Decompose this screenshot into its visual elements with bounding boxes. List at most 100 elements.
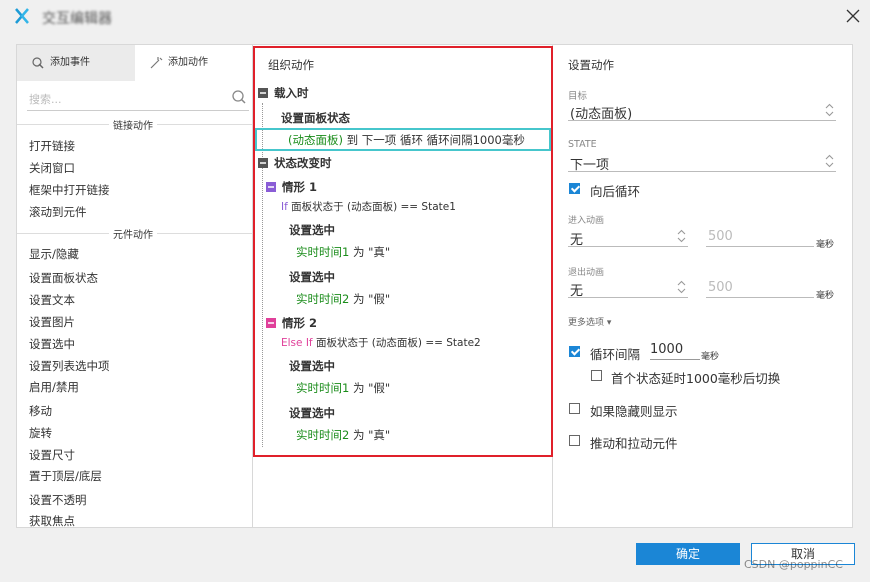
- list-item[interactable]: 设置选中: [29, 336, 75, 352]
- action-target: 实时时间1: [296, 245, 350, 259]
- action-detail[interactable]: (动态面板) 到 下一项 循环 循环间隔1000毫秒: [288, 132, 525, 148]
- tab-label: 添加事件: [50, 57, 90, 68]
- action-target: 实时时间1: [296, 381, 350, 395]
- chevron-updown-icon: [825, 103, 834, 117]
- action-detail[interactable]: 实时时间1 为 "假": [296, 380, 390, 396]
- search-input[interactable]: 搜索...: [27, 85, 249, 111]
- state-label: STATE: [568, 139, 597, 150]
- unit-label: 毫秒: [816, 291, 835, 301]
- close-icon[interactable]: [845, 8, 861, 24]
- show-if-hidden-checkbox[interactable]: [569, 403, 580, 414]
- case-condition[interactable]: Else If 面板状态于 (动态面板) == State2: [281, 335, 481, 350]
- enter-anim-value: 无: [570, 233, 584, 248]
- list-item[interactable]: 关闭窗口: [29, 160, 75, 176]
- enter-anim-label: 进入动画: [568, 216, 605, 226]
- list-item[interactable]: 设置不透明: [29, 492, 87, 508]
- ok-button[interactable]: 确定: [636, 543, 740, 565]
- target-label: 目标: [568, 91, 588, 102]
- section-header: 链接动作: [17, 116, 252, 132]
- tab-label: 添加动作: [168, 57, 208, 68]
- show-if-hidden-label: 如果隐藏则显示: [590, 404, 678, 419]
- action-set-panel-state[interactable]: 设置面板状态: [281, 110, 350, 126]
- exit-anim-duration[interactable]: 500: [706, 278, 814, 298]
- condition-keyword: Else If: [281, 337, 313, 349]
- event-on-state-change[interactable]: 状态改变时: [274, 155, 332, 171]
- sparkle-icon: [150, 57, 163, 69]
- unit-label: 毫秒: [816, 240, 835, 250]
- exit-anim-label: 退出动画: [568, 268, 605, 278]
- watermark: CSDN @poppinCC: [744, 558, 843, 571]
- action-text: 为 "假": [349, 292, 391, 306]
- enter-anim-duration[interactable]: 500: [706, 227, 814, 247]
- action-detail[interactable]: 实时时间1 为 "真": [296, 244, 390, 260]
- list-item[interactable]: 设置列表选中项: [29, 358, 110, 374]
- action-detail[interactable]: 实时时间2 为 "真": [296, 427, 390, 443]
- panel-title: 设置动作: [568, 58, 614, 72]
- action-text: 为 "真": [349, 245, 391, 259]
- enter-anim-select[interactable]: 无: [568, 227, 688, 248]
- list-item[interactable]: 滚动到元件: [29, 204, 87, 220]
- action-target: (动态面板): [288, 133, 343, 147]
- list-item[interactable]: 启用/禁用: [29, 379, 79, 395]
- list-item[interactable]: 打开链接: [29, 138, 75, 154]
- state-select[interactable]: 下一项: [568, 152, 836, 173]
- target-select[interactable]: (动态面板): [568, 101, 836, 122]
- chevron-updown-icon: [825, 154, 834, 168]
- window-title: 交互编辑器: [42, 11, 112, 27]
- list-item[interactable]: 设置面板状态: [29, 270, 98, 286]
- list-item[interactable]: 显示/隐藏: [29, 246, 79, 262]
- first-delay-checkbox[interactable]: [591, 370, 602, 381]
- list-item[interactable]: 旋转: [29, 425, 52, 441]
- push-pull-checkbox[interactable]: [569, 435, 580, 446]
- list-item[interactable]: 获取焦点: [29, 513, 75, 527]
- push-pull-label: 推动和拉动元件: [590, 436, 678, 451]
- exit-anim-select[interactable]: 无: [568, 278, 688, 299]
- enter-anim-ms: 500: [708, 229, 733, 244]
- collapse-icon[interactable]: [266, 182, 276, 192]
- editor-panel: 添加事件 添加动作 搜索... 链接动作 打开链接 关闭窗口 框架中打开链接 滚…: [16, 44, 853, 528]
- chevron-updown-icon: [677, 229, 686, 243]
- case-condition[interactable]: If 面板状态于 (动态面板) == State1: [281, 199, 456, 214]
- list-item[interactable]: 设置图片: [29, 314, 75, 330]
- collapse-icon[interactable]: [258, 158, 268, 168]
- title-bar: 交互编辑器: [0, 0, 870, 33]
- condition-keyword: If: [281, 201, 288, 213]
- action-text: 为 "真": [349, 428, 391, 442]
- collapse-icon[interactable]: [266, 318, 276, 328]
- tab-add-event[interactable]: 添加事件: [17, 45, 135, 81]
- chevron-updown-icon: [677, 280, 686, 294]
- action-set-selected[interactable]: 设置选中: [289, 358, 335, 374]
- action-set-selected[interactable]: 设置选中: [289, 222, 335, 238]
- action-set-selected[interactable]: 设置选中: [289, 269, 335, 285]
- search-icon[interactable]: [231, 89, 247, 105]
- section-label: 元件动作: [109, 226, 157, 241]
- tab-add-action[interactable]: 添加动作: [135, 45, 252, 81]
- loop-interval-label: 循环间隔: [590, 347, 641, 362]
- action-text: 为 "假": [349, 381, 391, 395]
- case-1[interactable]: 情形 1: [282, 179, 317, 195]
- loop-interval-value: 1000: [650, 342, 684, 357]
- loop-back-checkbox[interactable]: [569, 183, 580, 194]
- action-library: 添加事件 添加动作 搜索... 链接动作 打开链接 关闭窗口 框架中打开链接 滚…: [17, 45, 253, 527]
- list-item[interactable]: 移动: [29, 403, 52, 419]
- list-item[interactable]: 置于顶层/底层: [29, 468, 102, 484]
- case-2[interactable]: 情形 2: [282, 315, 317, 331]
- first-delay-label: 首个状态延时1000毫秒后切换: [611, 371, 781, 386]
- event-onload[interactable]: 载入时: [274, 85, 309, 101]
- loop-interval-checkbox[interactable]: [569, 346, 580, 357]
- list-item[interactable]: 设置文本: [29, 292, 75, 308]
- condition-text: 面板状态于 (动态面板) == State2: [312, 337, 481, 349]
- list-item[interactable]: 框架中打开链接: [29, 182, 110, 198]
- exit-anim-value: 无: [570, 284, 584, 299]
- loop-interval-input[interactable]: 1000: [650, 342, 700, 360]
- collapse-icon[interactable]: [258, 88, 268, 98]
- action-text: 到 下一项 循环 循环间隔1000毫秒: [342, 133, 525, 147]
- axure-x-logo: [15, 8, 29, 24]
- search-placeholder: 搜索...: [29, 93, 62, 106]
- list-item[interactable]: 设置尺寸: [29, 447, 75, 463]
- more-options-toggle[interactable]: 更多选项 ▾: [568, 315, 611, 328]
- tab-bar: 添加事件 添加动作: [17, 45, 252, 81]
- exit-anim-ms: 500: [708, 280, 733, 295]
- action-detail[interactable]: 实时时间2 为 "假": [296, 291, 390, 307]
- action-set-selected[interactable]: 设置选中: [289, 405, 335, 421]
